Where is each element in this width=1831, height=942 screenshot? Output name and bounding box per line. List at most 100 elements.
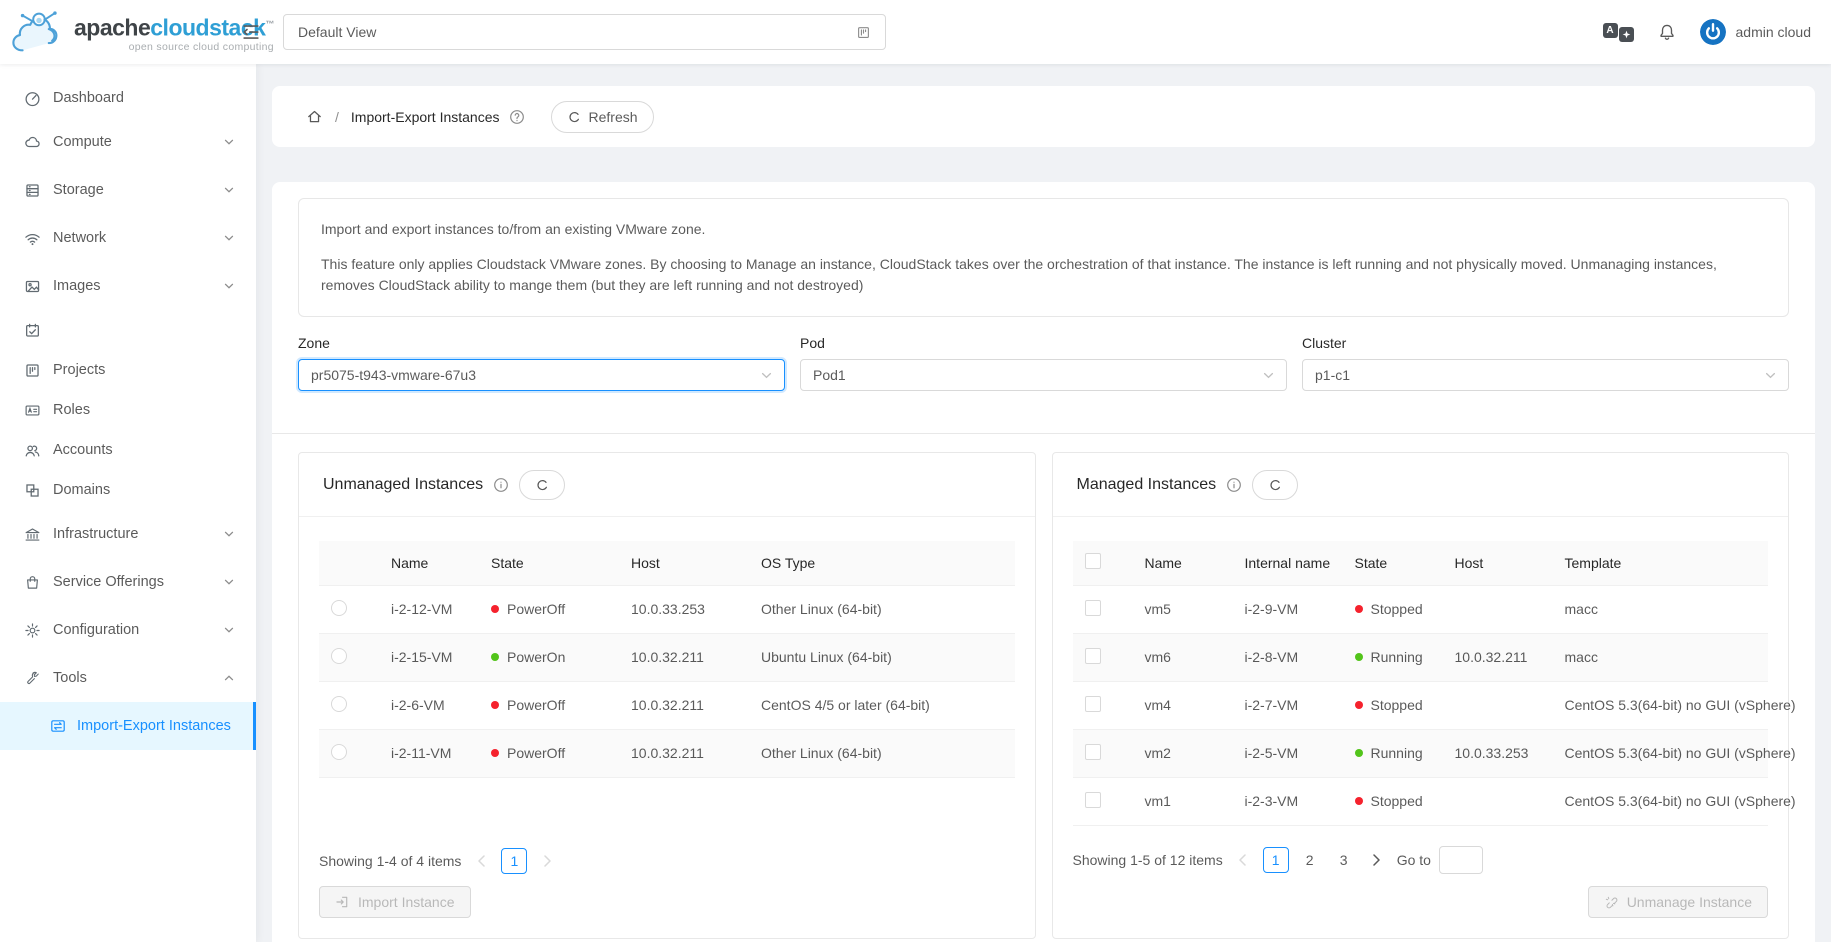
row-checkbox[interactable]: [1085, 792, 1101, 808]
col-host: Host: [1443, 541, 1553, 585]
select-all-checkbox[interactable]: [1085, 553, 1101, 569]
status-dot: [1355, 749, 1363, 757]
home-icon[interactable]: [306, 108, 323, 125]
translate-icon[interactable]: A: [1603, 23, 1634, 42]
description-line-1: Import and export instances to/from an e…: [321, 219, 1766, 240]
row-radio[interactable]: [331, 648, 347, 664]
sidebar-item-network[interactable]: Network: [0, 214, 256, 262]
storage-icon: [24, 182, 41, 199]
page-1-button[interactable]: 1: [501, 848, 527, 874]
table-row[interactable]: i-2-12-VM PowerOff 10.0.33.253 Other Lin…: [319, 585, 1015, 633]
block-icon: [24, 482, 41, 499]
cloudmonkey-logo-icon: [10, 7, 68, 57]
sidebar-item-service-offerings[interactable]: Service Offerings: [0, 558, 256, 606]
pod-select[interactable]: Pod1: [800, 359, 1287, 391]
goto-page-input[interactable]: [1439, 846, 1483, 874]
managed-refresh-button[interactable]: [1252, 470, 1298, 500]
disconnect-icon: [1604, 895, 1618, 909]
row-radio[interactable]: [331, 600, 347, 616]
project-view-select[interactable]: Default View: [283, 14, 886, 50]
unmanaged-refresh-button[interactable]: [519, 470, 565, 500]
zone-select[interactable]: pr5075-t943-vmware-67u3: [298, 359, 785, 391]
table-row[interactable]: i-2-15-VM PowerOn 10.0.32.211 Ubuntu Lin…: [319, 633, 1015, 681]
refresh-icon: [1268, 478, 1282, 492]
table-row[interactable]: vm5 i-2-9-VM Stopped macc: [1073, 585, 1769, 633]
filters-row: Zone pr5075-t943-vmware-67u3 Pod Pod1 Cl…: [298, 335, 1789, 391]
next-page-button[interactable]: [535, 849, 559, 873]
info-icon[interactable]: [1226, 477, 1242, 493]
bank-icon: [24, 526, 41, 543]
sidebar-item-dashboard[interactable]: Dashboard: [0, 78, 256, 118]
row-radio[interactable]: [331, 744, 347, 760]
active-item-indicator: [253, 702, 256, 750]
status-dot: [491, 701, 499, 709]
chevron-up-icon: [224, 674, 234, 682]
table-row[interactable]: i-2-11-VM PowerOff 10.0.32.211 Other Lin…: [319, 729, 1015, 777]
prev-page-button[interactable]: [1231, 848, 1255, 872]
status-dot: [491, 605, 499, 613]
idcard-icon: [24, 402, 41, 419]
sidebar-item-configuration[interactable]: Configuration: [0, 606, 256, 654]
table-row[interactable]: i-2-6-VM PowerOff 10.0.32.211 CentOS 4/5…: [319, 681, 1015, 729]
unmanaged-pagination: Showing 1-4 of 4 items 1: [319, 828, 1015, 874]
help-question-icon[interactable]: [509, 109, 525, 125]
row-checkbox[interactable]: [1085, 696, 1101, 712]
notifications-bell-icon[interactable]: [1658, 22, 1676, 42]
page-1-button[interactable]: 1: [1263, 847, 1289, 873]
chevron-down-icon: [224, 282, 234, 290]
calendar-check-icon: [24, 322, 41, 339]
next-page-button[interactable]: [1365, 848, 1389, 872]
sidebar-item-tools[interactable]: Tools: [0, 654, 256, 702]
sidebar-item-accounts[interactable]: Accounts: [0, 430, 256, 470]
unmanage-instance-button[interactable]: Unmanage Instance: [1588, 886, 1768, 918]
table-row[interactable]: vm2 i-2-5-VM Running 10.0.33.253 CentOS …: [1073, 729, 1769, 777]
pod-label: Pod: [800, 335, 1287, 351]
sidebar-item-infrastructure[interactable]: Infrastructure: [0, 510, 256, 558]
sidebar-item-storage[interactable]: Storage: [0, 166, 256, 214]
cloud-icon: [24, 134, 41, 151]
table-row[interactable]: vm1 i-2-3-VM Stopped CentOS 5.3(64-bit) …: [1073, 777, 1769, 825]
goto-label: Go to: [1397, 852, 1431, 868]
sidebar-collapse-icon[interactable]: [241, 22, 261, 42]
row-checkbox[interactable]: [1085, 744, 1101, 760]
refresh-button[interactable]: Refresh: [551, 101, 654, 133]
table-row[interactable]: vm6 i-2-8-VM Running 10.0.32.211 macc: [1073, 633, 1769, 681]
divider: [272, 433, 1815, 434]
page-title: Import-Export Instances: [351, 109, 500, 125]
unmanaged-title: Unmanaged Instances: [323, 476, 483, 494]
col-state: State: [1343, 541, 1443, 585]
row-checkbox[interactable]: [1085, 600, 1101, 616]
sidebar-item-events[interactable]: [0, 310, 256, 350]
sidebar-item-domains[interactable]: Domains: [0, 470, 256, 510]
sidebar-item-import-export-instances[interactable]: Import-Export Instances: [0, 702, 256, 750]
chevron-down-icon: [224, 578, 234, 586]
gear-icon: [24, 622, 41, 639]
sidebar-item-images[interactable]: Images: [0, 262, 256, 310]
refresh-icon: [567, 110, 581, 124]
pod-value: Pod1: [813, 367, 846, 383]
user-name: admin cloud: [1736, 24, 1812, 40]
cloudstack-logo: apachecloudstack™ open source cloud comp…: [10, 7, 274, 57]
sidebar-item-projects[interactable]: Projects: [0, 350, 256, 390]
project-icon: [856, 25, 871, 40]
page-2-button[interactable]: 2: [1297, 847, 1323, 873]
row-checkbox[interactable]: [1085, 648, 1101, 664]
dashboard-icon: [24, 90, 41, 107]
sidebar-item-compute[interactable]: Compute: [0, 118, 256, 166]
pagination-summary: Showing 1-4 of 4 items: [319, 853, 461, 869]
cluster-select[interactable]: p1-c1: [1302, 359, 1789, 391]
chevron-down-icon: [1765, 371, 1776, 380]
import-instance-button[interactable]: Import Instance: [319, 886, 471, 918]
chevron-down-icon: [1263, 371, 1274, 380]
col-os-type: OS Type: [749, 541, 1015, 585]
col-name: Name: [379, 541, 479, 585]
info-icon[interactable]: [493, 477, 509, 493]
row-radio[interactable]: [331, 696, 347, 712]
sidebar-item-roles[interactable]: Roles: [0, 390, 256, 430]
prev-page-button[interactable]: [469, 849, 493, 873]
table-row[interactable]: vm4 i-2-7-VM Stopped CentOS 5.3(64-bit) …: [1073, 681, 1769, 729]
avatar: [1700, 19, 1726, 45]
user-menu[interactable]: admin cloud: [1700, 19, 1812, 45]
page-3-button[interactable]: 3: [1331, 847, 1357, 873]
pagination-summary: Showing 1-5 of 12 items: [1073, 852, 1223, 868]
